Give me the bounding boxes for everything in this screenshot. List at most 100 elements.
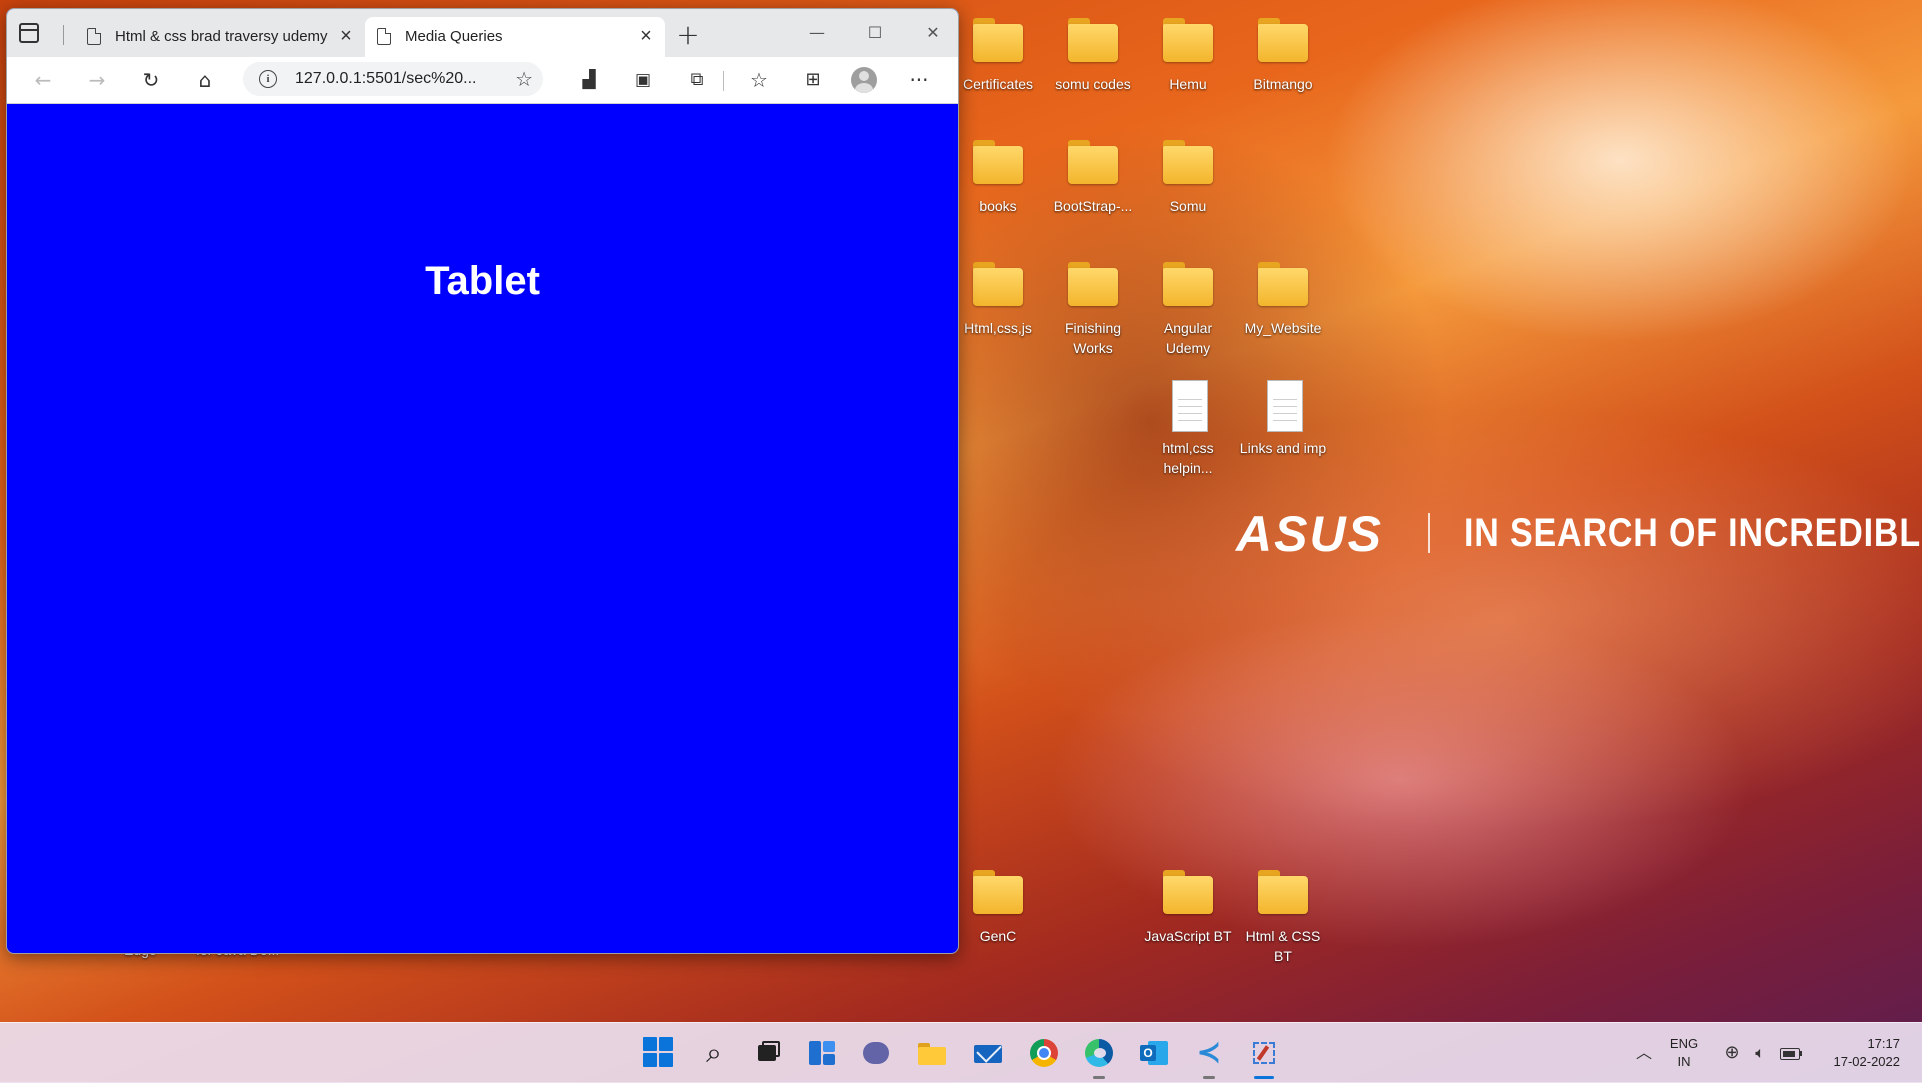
snipping-tool-icon[interactable] bbox=[1248, 1037, 1280, 1079]
url-text: 127.0.0.1:5501/sec%20... bbox=[295, 70, 477, 87]
page-icon bbox=[87, 28, 101, 45]
desktop-icon-label: BootStrap-... bbox=[1053, 198, 1133, 214]
clock[interactable]: 17:17 17-02-2022 bbox=[1810, 1035, 1901, 1071]
clock-date: 17-02-2022 bbox=[1833, 1054, 1901, 1069]
folder-icon bbox=[970, 14, 1026, 70]
outlook-icon[interactable]: O bbox=[1138, 1037, 1170, 1069]
site-info-icon[interactable]: i bbox=[259, 70, 277, 88]
folder-icon bbox=[1065, 136, 1121, 192]
forward-button[interactable]: → bbox=[83, 66, 111, 94]
desktop-icon-somu[interactable]: Somu bbox=[1142, 136, 1234, 216]
folder-icon bbox=[1255, 14, 1311, 70]
desktop-icon-html-css-helping[interactable]: html,css helpin... bbox=[1142, 378, 1234, 478]
screen-cast-icon[interactable]: ▣ bbox=[629, 66, 657, 94]
desktop-icon-label: Html,css,js bbox=[964, 320, 1032, 336]
folder-icon bbox=[1160, 866, 1216, 922]
desktop-icon-links-and-imp[interactable]: Links and imp bbox=[1237, 378, 1329, 458]
browser-window: Html & css brad traversy udemy × Media Q… bbox=[6, 8, 959, 954]
folder-icon bbox=[1255, 258, 1311, 314]
tab-title: Html & css brad traversy udemy bbox=[115, 28, 328, 45]
favorites-icon[interactable]: ☆ bbox=[745, 66, 773, 94]
text-document-icon bbox=[1255, 378, 1311, 434]
folder-icon bbox=[1065, 14, 1121, 70]
more-options-button[interactable]: ··· bbox=[905, 66, 933, 94]
desktop-icon-my-website[interactable]: My_Website bbox=[1237, 258, 1329, 338]
task-view-icon[interactable] bbox=[752, 1037, 784, 1069]
desktop-icon-javascript-bt[interactable]: JavaScript BT bbox=[1142, 866, 1234, 946]
desktop-icon-books[interactable]: books bbox=[952, 136, 1044, 216]
text-document-icon bbox=[1160, 378, 1216, 434]
desktop-icon-label: somu codes bbox=[1055, 76, 1131, 92]
toolbar-separator bbox=[723, 71, 724, 91]
battery-icon[interactable] bbox=[1776, 1037, 1808, 1069]
address-bar[interactable]: i 127.0.0.1:5501/sec%20... ☆ bbox=[243, 62, 543, 96]
desktop-icon-certificates[interactable]: Certificates bbox=[952, 14, 1044, 94]
clock-time: 17:17 bbox=[1867, 1036, 1900, 1051]
show-hidden-icons-chevron[interactable]: ︿ bbox=[1628, 1037, 1660, 1069]
desktop-icon-bootstrap[interactable]: BootStrap-... bbox=[1047, 136, 1139, 216]
desktop-icon-label: My_Website bbox=[1244, 320, 1322, 336]
desktop-icon-label: Hemu bbox=[1169, 76, 1207, 92]
desktop-icon-label: JavaScript BT bbox=[1144, 928, 1232, 944]
add-favorite-icon[interactable]: ☆ bbox=[515, 67, 533, 91]
tab-title: Media Queries bbox=[405, 28, 503, 45]
close-window-button[interactable]: ✕ bbox=[913, 21, 953, 45]
vs-code-icon[interactable]: ≺ bbox=[1193, 1037, 1225, 1079]
close-tab-icon[interactable]: × bbox=[335, 25, 357, 47]
input-language-indicator[interactable]: ENG IN bbox=[1668, 1035, 1700, 1071]
desktop-icon-label: GenC bbox=[979, 928, 1017, 944]
search-icon[interactable]: ⌕ bbox=[698, 1037, 730, 1069]
desktop-icon-label: Somu bbox=[1169, 198, 1207, 214]
desktop-icon-hemu[interactable]: Hemu bbox=[1142, 14, 1234, 94]
teams-chat-icon[interactable] bbox=[860, 1037, 892, 1069]
desktop-icon-html-css-js[interactable]: Html,css,js bbox=[952, 258, 1044, 338]
desktop-icon-genc[interactable]: GenC bbox=[952, 866, 1044, 946]
desktop-icon-label: Bitmango bbox=[1253, 76, 1313, 92]
tab-actions-button[interactable] bbox=[19, 23, 39, 43]
mail-icon[interactable] bbox=[972, 1037, 1004, 1069]
page-heading: Tablet bbox=[425, 259, 540, 303]
chrome-icon[interactable] bbox=[1028, 1037, 1060, 1069]
performance-icon[interactable]: ▟ bbox=[575, 66, 603, 94]
extensions-icon[interactable]: ⧉ bbox=[683, 66, 711, 94]
asus-logo: ASUS bbox=[1236, 506, 1383, 562]
desktop-icon-label: Angular Udemy bbox=[1163, 320, 1213, 356]
volume-icon[interactable]: 🔈︎ bbox=[1744, 1037, 1776, 1069]
desktop-icon-label: Html & CSS BT bbox=[1245, 928, 1321, 964]
desktop-icon-label: Links and imp bbox=[1239, 440, 1327, 456]
close-tab-icon[interactable]: × bbox=[635, 25, 657, 47]
widgets-icon[interactable] bbox=[806, 1037, 838, 1069]
vertical-tabs-icon bbox=[19, 23, 39, 43]
folder-icon bbox=[1160, 258, 1216, 314]
tab-media-queries[interactable]: Media Queries × bbox=[365, 17, 665, 57]
collections-icon[interactable]: ⊞ bbox=[799, 66, 827, 94]
folder-icon bbox=[970, 136, 1026, 192]
file-explorer-icon[interactable] bbox=[916, 1037, 948, 1069]
asus-tagline: IN SEARCH OF INCREDIBLE bbox=[1464, 511, 1922, 555]
desktop-icon-label: Certificates bbox=[962, 76, 1034, 92]
home-button[interactable]: ⌂ bbox=[191, 66, 219, 94]
desktop-icon-angular-udemy[interactable]: Angular Udemy bbox=[1142, 258, 1234, 358]
folder-icon bbox=[1065, 258, 1121, 314]
folder-icon bbox=[970, 258, 1026, 314]
desktop-icon-label: html,css helpin... bbox=[1162, 440, 1214, 476]
tab-brad-traversy[interactable]: Html & css brad traversy udemy × bbox=[75, 17, 365, 57]
tab-bar: Html & css brad traversy udemy × Media Q… bbox=[7, 9, 958, 57]
tab-separator bbox=[63, 25, 64, 45]
desktop-icon-somu-codes[interactable]: somu codes bbox=[1047, 14, 1139, 94]
refresh-button[interactable]: ↻ bbox=[137, 66, 165, 94]
new-tab-button[interactable]: + bbox=[675, 21, 701, 49]
profile-avatar[interactable] bbox=[851, 67, 877, 93]
desktop-icon-html-css-bt[interactable]: Html & CSS BT bbox=[1237, 866, 1329, 966]
region-code: IN bbox=[1677, 1054, 1691, 1069]
folder-icon bbox=[1160, 14, 1216, 70]
maximize-button[interactable]: ☐ bbox=[855, 21, 895, 45]
start-button[interactable] bbox=[643, 1037, 675, 1069]
minimize-button[interactable]: — bbox=[797, 21, 837, 45]
desktop-icon-label: Finishing Works bbox=[1064, 320, 1122, 356]
desktop-icon-bitmango[interactable]: Bitmango bbox=[1237, 14, 1329, 94]
edge-icon[interactable] bbox=[1083, 1037, 1115, 1079]
desktop-icon-finishing-works[interactable]: Finishing Works bbox=[1047, 258, 1139, 358]
desktop-icon-label: books bbox=[979, 198, 1017, 214]
back-button[interactable]: ← bbox=[29, 66, 57, 94]
